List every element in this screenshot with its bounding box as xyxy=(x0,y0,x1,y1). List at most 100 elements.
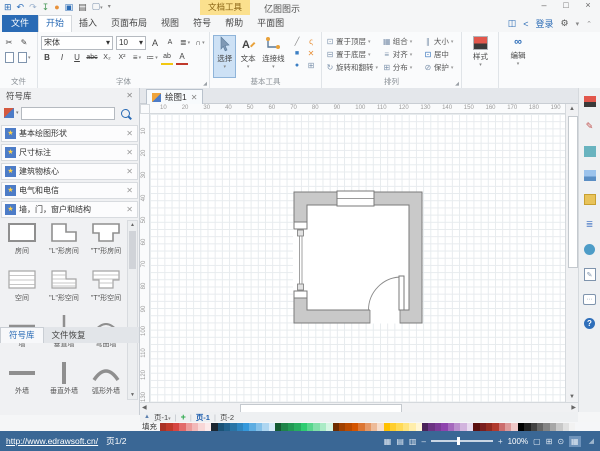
notes-document-icon[interactable]: ≣ xyxy=(583,218,596,231)
align-button[interactable]: ≡对齐▾ xyxy=(382,48,421,61)
symbol-search-input[interactable] xyxy=(21,107,115,120)
share-icon[interactable]: < xyxy=(523,19,528,29)
symbol-arc-exterior-wall[interactable]: 弧形外墙 xyxy=(85,360,127,406)
library-books-caret-icon[interactable]: ▾ xyxy=(16,110,19,116)
rectangle-tool-button[interactable]: ■ xyxy=(291,47,303,59)
library-section-wall-door-window[interactable]: ★ 墙，门，窗户和结构 ✕ xyxy=(1,201,138,218)
ribbon-collapse-icon[interactable]: ⌃ xyxy=(586,20,592,28)
library-section-dimensioning[interactable]: ★ 尺寸标注 ✕ xyxy=(1,144,138,161)
tab-file-recovery[interactable]: 文件恢复 xyxy=(44,327,94,343)
picture-icon[interactable] xyxy=(584,170,596,181)
floor-plan-drawing[interactable] xyxy=(150,114,565,402)
bullet-list-button[interactable]: ≔▾ xyxy=(146,52,158,64)
import-button[interactable]: ↧ xyxy=(42,1,50,14)
superscript-button[interactable]: X² xyxy=(116,52,128,64)
section-close-icon[interactable]: ✕ xyxy=(126,167,133,176)
rotate-flip-button[interactable]: ↻旋转和翻转▾ xyxy=(325,61,380,74)
line-spacing-button[interactable]: ≡▾ xyxy=(131,52,143,64)
window-button[interactable]: ▢▾ xyxy=(92,0,103,15)
text-highlight-button[interactable]: ab xyxy=(161,51,173,65)
gear-icon[interactable]: ⚙ xyxy=(561,18,569,29)
collapse-pages-icon[interactable]: ▲ xyxy=(144,414,150,420)
scroll-up-icon[interactable]: ▲ xyxy=(566,106,578,112)
document-tab[interactable]: 绘图1 ✕ xyxy=(146,89,203,104)
format-painter-button[interactable]: ✎ xyxy=(18,37,30,49)
connector-tool-button[interactable]: 连接线▾ xyxy=(260,35,287,78)
font-color-button[interactable]: A xyxy=(176,51,188,65)
tab-view[interactable]: 视图 xyxy=(154,15,186,32)
library-section-electrical-telecom[interactable]: ★ 电气和电信 ✕ xyxy=(1,182,138,199)
document-tab-close-icon[interactable]: ✕ xyxy=(191,93,198,102)
scroll-left-icon[interactable]: ◀ xyxy=(142,404,147,411)
tab-floor-plan[interactable]: 平面图 xyxy=(250,15,291,32)
tab-insert[interactable]: 插入 xyxy=(72,15,104,32)
grid-toggle-icon[interactable]: ▦ xyxy=(569,436,581,447)
scrollbar-thumb[interactable] xyxy=(129,231,136,269)
symbol-exterior-wall[interactable]: 外墙 xyxy=(1,360,43,406)
annotation-icon[interactable]: ✎ xyxy=(584,268,596,281)
zoom-in-button[interactable]: + xyxy=(498,437,503,446)
group-button[interactable]: ▦组合▾ xyxy=(382,35,421,48)
bold-button[interactable]: B xyxy=(41,52,53,64)
symbol-vertical-exterior-wall[interactable]: 垂直外墙 xyxy=(43,360,85,406)
crop-tool-button[interactable]: ⊞ xyxy=(305,59,317,71)
fill-swatch[interactable] xyxy=(569,423,575,431)
underline-button[interactable]: U xyxy=(71,52,83,64)
tab-help[interactable]: 帮助 xyxy=(218,15,250,32)
login-link[interactable]: 登录 xyxy=(536,17,554,30)
edit-find-button[interactable]: ∞ 编辑▾ xyxy=(503,35,534,78)
save-button[interactable]: ▣ xyxy=(65,1,74,14)
file-menu-button[interactable]: 文件 xyxy=(2,15,38,32)
library-panel-close-icon[interactable]: ✕ xyxy=(126,88,133,104)
section-close-icon[interactable]: ✕ xyxy=(126,148,133,157)
window-top[interactable] xyxy=(337,191,374,206)
undo-button[interactable]: ↶ xyxy=(17,1,25,14)
vertical-scrollbar[interactable]: ▲ ▼ xyxy=(565,104,578,402)
strikethrough-button[interactable]: abc xyxy=(86,52,98,64)
ellipse-tool-button[interactable]: ● xyxy=(291,59,303,71)
qat-overflow-button[interactable]: ▾ xyxy=(108,1,111,14)
redo-button[interactable]: ↷ xyxy=(29,1,37,14)
scrollbar-thumb[interactable] xyxy=(568,116,578,268)
zoom-slider-knob[interactable] xyxy=(457,437,460,445)
delete-tool-button[interactable]: ✕ xyxy=(305,47,317,59)
protect-button[interactable]: ⊘保护▾ xyxy=(423,61,458,74)
symbol-t-room[interactable]: "T"形房间 xyxy=(85,220,127,266)
grow-font-button[interactable]: A xyxy=(149,37,161,49)
send-to-back-button[interactable]: ⊟置于底层▾ xyxy=(325,48,380,61)
search-icon[interactable] xyxy=(121,109,130,118)
curve-tool-button[interactable]: ς xyxy=(305,35,317,47)
style-button[interactable]: 样式▾ xyxy=(465,35,496,78)
scroll-down-icon[interactable]: ▼ xyxy=(128,392,137,398)
help-icon[interactable]: ? xyxy=(584,318,595,329)
zoom-area-icon[interactable]: ⊙ xyxy=(557,437,564,446)
scroll-down-icon[interactable]: ▼ xyxy=(566,394,578,400)
zoom-slider[interactable] xyxy=(431,440,493,442)
zoom-out-button[interactable]: – xyxy=(421,437,425,446)
feedback-icon[interactable]: ◫ xyxy=(508,18,517,29)
arrange-dialog-launcher-icon[interactable]: ◢ xyxy=(455,81,459,87)
section-close-icon[interactable]: ✕ xyxy=(126,129,133,138)
hyperlink-globe-icon[interactable] xyxy=(584,244,595,255)
browser-icon[interactable]: ● xyxy=(54,1,59,14)
settings-caret-icon[interactable]: ▾ xyxy=(576,20,580,28)
website-link[interactable]: http://www.edrawsoft.cn/ xyxy=(6,436,98,446)
shrink-font-button[interactable]: A xyxy=(164,37,176,49)
library-section-building-core[interactable]: ★ 建筑物核心 ✕ xyxy=(1,163,138,180)
page-view-icon[interactable]: ▤ xyxy=(396,437,404,446)
paste-button[interactable] xyxy=(3,52,15,64)
section-close-icon[interactable]: ✕ xyxy=(126,186,133,195)
horizontal-scrollbar[interactable]: ◀ ▶ xyxy=(140,402,578,412)
scroll-up-icon[interactable]: ▲ xyxy=(128,222,137,228)
line-tool-button[interactable]: ╱ xyxy=(291,35,303,47)
clipart-folder-icon[interactable] xyxy=(584,194,596,205)
color-swatch-icon[interactable] xyxy=(584,146,596,157)
scroll-right-icon[interactable]: ▶ xyxy=(571,404,576,411)
library-section-basic-shapes[interactable]: ★ 基本绘图形状 ✕ xyxy=(1,125,138,142)
align-text-button[interactable]: ≣▾ xyxy=(179,37,191,49)
font-name-combo[interactable]: 宋体▾ xyxy=(41,36,113,50)
page-tab-2[interactable]: 页-2 xyxy=(220,412,234,423)
symbol-t-space[interactable]: "T"形空间 xyxy=(85,267,127,313)
copy-button[interactable]: ▾ xyxy=(18,52,31,64)
library-scrollbar[interactable]: ▲ ▼ xyxy=(127,220,138,400)
